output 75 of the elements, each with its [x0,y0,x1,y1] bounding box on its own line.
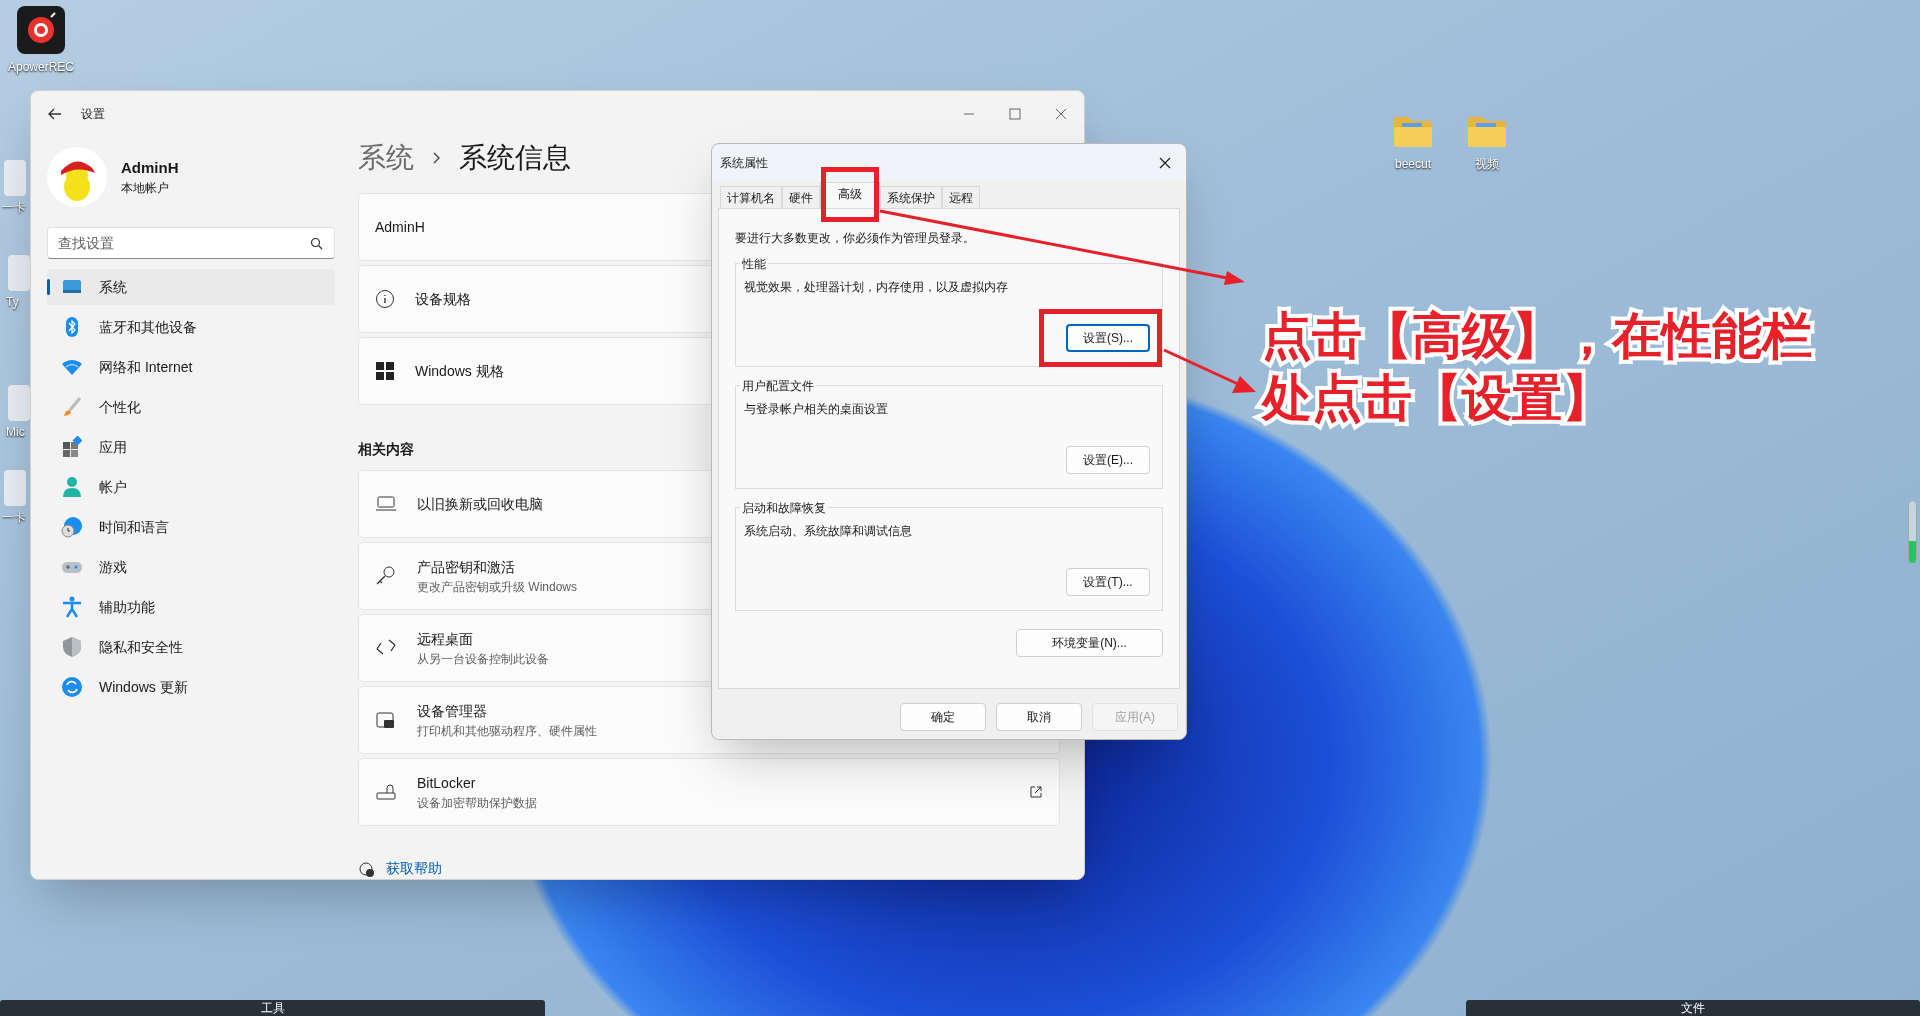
card-subtitle: 从另一台设备控制此设备 [417,650,549,668]
nav-item[interactable]: 网络和 Internet [47,349,335,385]
device-name: AdminH [375,217,425,237]
tab[interactable]: 系统保护 [880,186,942,208]
group-description: 视觉效果，处理器计划，内存使用，以及虚拟内存 [744,279,1008,296]
card-icon [375,361,395,381]
tab[interactable]: 远程 [942,186,980,208]
card-title: 远程桌面 [417,629,473,649]
user-name: AdminH [121,157,179,178]
card-subtitle: 打印机和其他驱动程序、硬件属性 [417,722,597,740]
nav-item[interactable]: 个性化 [47,389,335,425]
nav-item[interactable]: 时间和语言 [47,509,335,545]
close-icon [1158,156,1172,170]
nav-icon [61,636,83,658]
external-link-icon [1029,785,1043,799]
scroll-meter-icon [1908,500,1917,564]
section-heading: 相关内容 [358,440,415,459]
dialog-button[interactable]: 确定 [900,703,986,731]
card-title: 设备管理器 [417,701,487,721]
nav-icon [61,596,83,618]
admin-note: 要进行大多数更改，你必须作为管理员登录。 [735,230,975,247]
card-title: 产品密钥和激活 [417,557,515,577]
breadcrumb-current: 系统信息 [459,141,571,175]
card-subtitle: 设备加密帮助保护数据 [417,794,537,812]
card-icon [375,565,397,587]
search-icon [310,237,323,250]
settings-button[interactable]: 设置(S)... [1066,324,1150,352]
breadcrumb-parent[interactable]: 系统 [358,137,414,179]
card-title: 以旧换新或回收电脑 [417,494,543,514]
card-title: 设备规格 [415,289,471,309]
highlight-frame [821,167,879,222]
nav-icon [61,516,83,538]
nav-item[interactable]: 蓝牙和其他设备 [47,309,335,345]
nav-item[interactable]: 辅助功能 [47,589,335,625]
help-link[interactable]: 获取帮助 [386,858,442,879]
account-type: 本地帐户 [121,180,170,198]
window-title: 设置 [81,106,105,123]
card-icon [375,781,397,803]
settings-card[interactable]: BitLocker 设备加密帮助保护数据 [358,758,1060,826]
nav-item[interactable]: 帐户 [47,469,335,505]
card-title: Windows 规格 [415,361,504,381]
nav-icon [61,396,83,418]
search-field[interactable]: 查找设置 [47,227,335,259]
panel-tab[interactable]: 文件 [1466,1000,1920,1016]
help-icon [358,860,374,877]
file-icon [2,160,26,196]
nav-item[interactable]: Windows 更新 [47,669,335,705]
card-icon [375,289,395,309]
nav-icon [61,436,83,458]
nav-item[interactable]: 隐私和安全性 [47,629,335,665]
group-title: 启动和故障恢复 [740,499,828,517]
env-variables-button[interactable]: 环境变量(N)... [1016,629,1163,657]
nav-item[interactable]: 系统 [47,269,335,305]
tab[interactable]: 计算机名 [720,186,782,208]
card-title: BitLocker [417,773,476,793]
dialog-button[interactable]: 取消 [996,703,1082,731]
nav-item[interactable]: 应用 [47,429,335,465]
file-icon [2,470,26,506]
group-description: 系统启动、系统故障和调试信息 [744,523,912,540]
nav-item[interactable]: 游戏 [47,549,335,585]
avatar-icon [47,147,107,207]
tab[interactable]: 硬件 [782,186,820,208]
panel-tab[interactable]: 工具 [0,1000,545,1016]
app-icon [17,6,65,54]
chevron-icon [432,151,441,165]
maximize-icon [1006,107,1024,121]
card-subtitle: 更改产品密钥或升级 Windows [417,578,577,596]
nav-icon [61,476,83,498]
back-icon [47,107,63,121]
settings-button[interactable]: 设置(T)... [1066,568,1150,596]
dialog-title: 系统属性 [720,155,768,172]
card-icon [375,709,397,731]
nav-icon [61,676,83,698]
group-title: 性能 [740,255,768,273]
group-title: 用户配置文件 [740,377,816,395]
